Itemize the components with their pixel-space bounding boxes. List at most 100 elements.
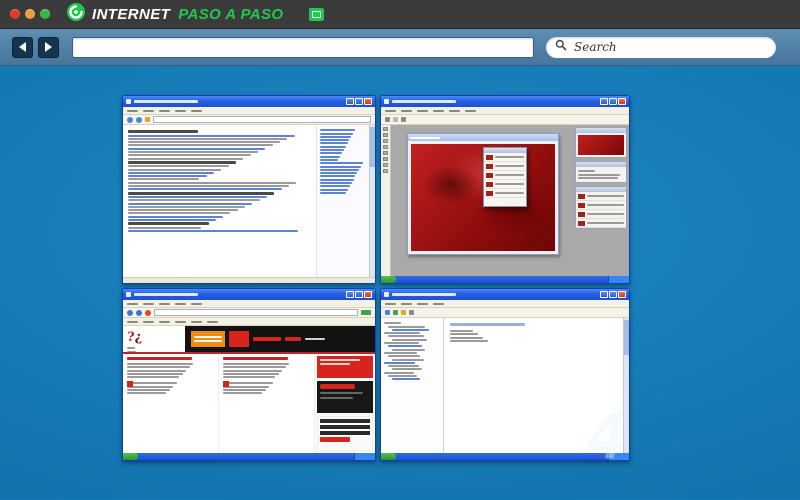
workspace — [391, 125, 573, 276]
layers-panel — [575, 186, 627, 230]
windows-taskbar — [381, 276, 629, 283]
red-bullet-icon — [127, 381, 133, 388]
bookmarks-bar — [123, 318, 375, 326]
window-titlebar — [381, 289, 629, 300]
toolbar-strip — [123, 115, 375, 125]
system-tray — [608, 453, 629, 460]
red-headline-bar — [253, 337, 281, 341]
window-icon — [384, 292, 389, 297]
window-buttons — [600, 98, 626, 105]
brand-swirl-icon — [66, 2, 86, 27]
forward-button[interactable] — [38, 36, 59, 58]
close-button — [364, 98, 372, 105]
tutorial-screenshot[interactable]: ?¿ 4 — [122, 95, 630, 472]
tool-palette — [381, 125, 391, 276]
address-input[interactable] — [72, 36, 534, 58]
orange-promo-box — [191, 331, 225, 347]
start-button — [381, 453, 396, 460]
window-icon — [126, 292, 131, 297]
maximize-button — [609, 98, 617, 105]
screenshot-window-article — [122, 95, 376, 284]
content-header-skeleton — [450, 323, 526, 326]
back-button[interactable] — [12, 36, 33, 58]
window-title-skeleton — [134, 293, 198, 296]
window-titlebar — [123, 289, 375, 300]
header-edit-badge[interactable] — [309, 7, 325, 21]
question-mark-icon: ? — [127, 330, 135, 345]
minimize-button — [600, 98, 608, 105]
navigator-panel — [575, 127, 627, 158]
close-button — [364, 291, 372, 298]
window-icon — [126, 99, 131, 104]
minimize-dot-icon[interactable] — [25, 9, 35, 19]
website-columns — [123, 354, 375, 453]
sidebar-rail — [315, 354, 375, 453]
window-titlebar — [123, 96, 375, 107]
address-field-skeleton — [154, 309, 358, 316]
edit-icon — [312, 10, 322, 18]
article-column — [123, 354, 219, 453]
search-icon — [555, 38, 567, 56]
window-title-skeleton — [392, 100, 456, 103]
explorer-body — [381, 318, 629, 453]
menu-bar — [381, 107, 629, 115]
color-panel — [575, 161, 627, 184]
brand-text-white: INTERNET — [92, 5, 171, 23]
red-heading-skeleton — [127, 357, 193, 360]
document-titlebar — [408, 134, 558, 141]
window-buttons — [346, 291, 372, 298]
toolbar-strip — [381, 308, 629, 318]
search-input[interactable] — [572, 39, 767, 55]
start-button — [123, 453, 138, 460]
site-header: INTERNET PASO A PASO — [0, 0, 800, 29]
scrollbar — [623, 318, 629, 453]
website-body: ?¿ — [123, 326, 375, 453]
close-dot-icon[interactable] — [10, 9, 20, 19]
back-arrow-icon — [19, 42, 26, 52]
window-icon — [384, 99, 389, 104]
dark-ad-box — [317, 381, 373, 413]
screenshot-window-website: ?¿ — [122, 288, 376, 461]
maximize-button — [355, 291, 363, 298]
white-headline-bar — [305, 338, 325, 340]
system-tray — [354, 453, 375, 460]
window-titlebar — [381, 96, 629, 107]
menu-bar — [123, 300, 375, 308]
brand-text-green: PASO A PASO — [178, 5, 284, 23]
window-title-skeleton — [392, 293, 456, 296]
menu-bar — [381, 300, 629, 308]
submit-button-skeleton — [320, 437, 350, 442]
windows-taskbar — [381, 453, 629, 460]
floating-palette — [483, 147, 527, 207]
photoshop-body — [381, 125, 629, 276]
browser-toolbar — [0, 29, 800, 66]
red-button-skeleton — [320, 384, 355, 389]
address-field-skeleton — [153, 116, 371, 123]
maximize-button — [609, 291, 617, 298]
website-logo: ?¿ — [123, 326, 185, 353]
close-button — [618, 291, 626, 298]
search-box[interactable] — [546, 36, 776, 58]
folder-tree-skeleton — [381, 318, 444, 453]
windows-taskbar — [123, 453, 375, 460]
red-ad-box — [317, 356, 373, 378]
minimize-button — [346, 98, 354, 105]
screenshot-window-photoshop — [380, 95, 630, 284]
brand-logo[interactable]: INTERNET PASO A PASO — [66, 2, 283, 27]
article-column — [219, 354, 315, 453]
window-buttons — [600, 291, 626, 298]
content-area: ?¿ 4 — [0, 66, 800, 499]
red-bullet-icon — [223, 381, 229, 388]
related-links-skeleton — [316, 125, 369, 277]
maximize-dot-icon[interactable] — [40, 9, 50, 19]
window-control-dots — [10, 9, 50, 19]
system-tray — [608, 276, 629, 283]
menu-bar — [123, 107, 375, 115]
article-body — [123, 125, 375, 277]
inverted-question-mark-icon: ¿ — [134, 330, 143, 345]
minimize-button — [600, 291, 608, 298]
red-headline-bar — [285, 337, 301, 341]
window-title-skeleton — [134, 100, 198, 103]
start-button — [381, 276, 396, 283]
close-button — [618, 98, 626, 105]
